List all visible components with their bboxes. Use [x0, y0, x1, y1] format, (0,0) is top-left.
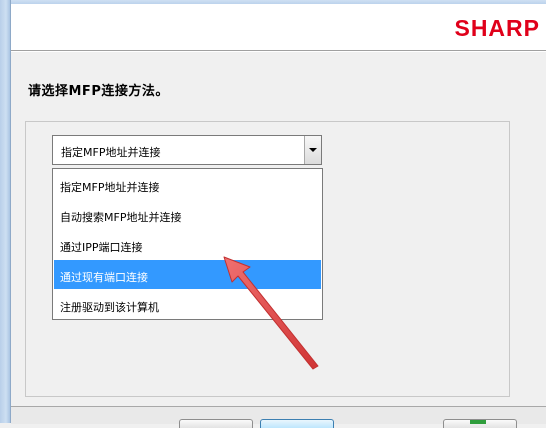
back-button[interactable] — [179, 419, 253, 428]
next-button[interactable] — [260, 419, 334, 428]
annotation-arrow-icon — [223, 256, 319, 370]
wizard-button-bar — [11, 406, 546, 428]
status-indicator — [470, 420, 486, 424]
